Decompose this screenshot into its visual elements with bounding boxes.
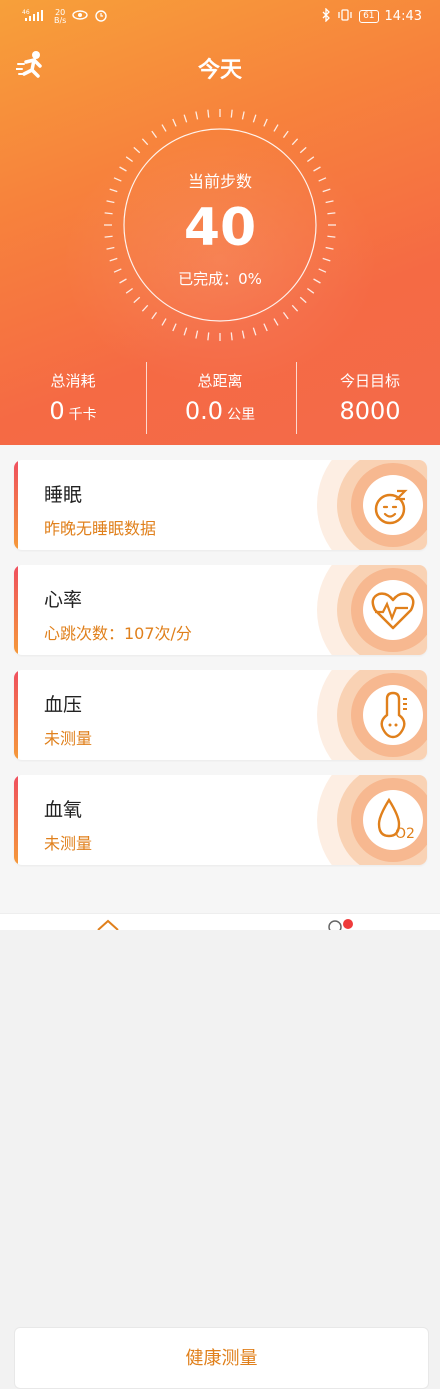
page-title: 今天 — [197, 58, 242, 83]
ring-tick — [306, 287, 315, 294]
card-subtitle: 昨晚无睡眠数据 — [44, 519, 157, 538]
calories-value: 0 — [49, 397, 65, 425]
ring-tick — [299, 146, 307, 154]
distance-label: 总距离 — [197, 372, 243, 390]
ring-tick — [125, 287, 134, 294]
eye-icon — [72, 9, 89, 24]
ring-tick — [273, 124, 279, 132]
ring-tick — [252, 327, 257, 336]
ring-tick — [141, 304, 149, 312]
ring-tick — [172, 118, 177, 127]
stat-goal: 今日目标 8000 — [297, 362, 440, 425]
ring-tick — [141, 138, 149, 146]
steps-value: 40 — [183, 198, 257, 258]
svg-text:O2: O2 — [395, 826, 415, 842]
card-subtitle: 心跳次数：107次/分 — [44, 624, 192, 643]
home-icon[interactable] — [96, 918, 120, 930]
health-cards: 睡眠 昨晚无睡眠数据 心率 心跳次数：107次/分 血压 未测量 血氧 未测量 … — [0, 445, 440, 1389]
ring-tick — [263, 323, 268, 332]
status-bar: 46 20 B/s 61 14:43 — [0, 0, 440, 34]
card-accent-bar — [14, 670, 18, 760]
heart-rate-icon — [317, 565, 427, 655]
ring-tick — [230, 332, 233, 341]
card-heart-rate[interactable]: 心率 心跳次数：107次/分 — [14, 565, 427, 655]
card-title: 心率 — [44, 589, 83, 611]
steps-completion: 已完成：0% — [178, 270, 262, 288]
goal-value: 8000 — [339, 397, 401, 425]
ring-tick — [109, 257, 118, 262]
card-subtitle: 未测量 — [44, 834, 93, 853]
ring-tick — [125, 156, 134, 163]
ring-tick — [151, 130, 158, 139]
ring-tick — [252, 114, 257, 123]
ring-tick — [151, 311, 158, 320]
vibrate-icon — [337, 8, 353, 25]
ring-tick — [263, 118, 268, 127]
alarm-icon — [94, 8, 108, 25]
ring-tick — [161, 124, 167, 132]
card-sleep[interactable]: 睡眠 昨晚无睡眠数据 — [14, 460, 427, 550]
bluetooth-icon — [321, 7, 331, 25]
ring-tick — [291, 304, 299, 312]
health-measure-label: 健康测量 — [185, 1348, 258, 1369]
calories-unit: 千卡 — [68, 407, 97, 423]
ring-tick — [207, 332, 210, 341]
hero-panel: 46 20 B/s 61 14:43 今天 当前步数 40 已完成：0% 总消耗… — [0, 0, 440, 445]
thermometer-face-icon — [317, 670, 427, 760]
ring-tick — [241, 111, 245, 120]
card-accent-bar — [14, 775, 18, 865]
ring-tick — [172, 323, 177, 332]
card-blood-oxygen[interactable]: 血氧 未测量 O2 — [14, 775, 427, 865]
distance-value: 0.0 — [184, 397, 224, 425]
health-measure-button[interactable]: 健康测量 — [14, 1327, 429, 1389]
battery-indicator: 61 — [359, 10, 379, 23]
ring-tick — [282, 130, 289, 139]
ring-tick — [299, 296, 307, 304]
card-blood-pressure[interactable]: 血压 未测量 — [14, 670, 427, 760]
ring-tick — [291, 138, 299, 146]
ring-tick — [230, 109, 233, 118]
svg-text:46: 46 — [22, 9, 30, 16]
ring-tick — [241, 330, 245, 339]
ring-tick — [273, 318, 279, 326]
card-title: 睡眠 — [44, 484, 83, 506]
ring-tick — [183, 114, 188, 123]
ring-tick — [195, 330, 199, 339]
network-speed: 20 B/s — [54, 7, 67, 25]
card-subtitle: 未测量 — [44, 729, 93, 748]
clock-time: 14:43 — [384, 9, 422, 24]
signal-icon: 46 — [22, 8, 48, 25]
card-accent-bar — [14, 565, 18, 655]
stat-distance: 总距离 0.0 公里 — [147, 362, 293, 425]
steps-label: 当前步数 — [187, 172, 252, 191]
ring-tick — [282, 311, 289, 320]
calories-label: 总消耗 — [50, 372, 96, 390]
card-title: 血氧 — [44, 799, 83, 821]
ring-tick — [322, 257, 331, 262]
ring-tick — [133, 296, 141, 304]
stats-row: 总消耗 0 千卡 总距离 0.0 公里 今日目标 8000 — [0, 362, 440, 434]
ring-tick — [306, 156, 315, 163]
card-title: 血压 — [44, 694, 83, 716]
ring-tick — [133, 146, 141, 154]
goal-label: 今日目标 — [339, 372, 400, 390]
profile-icon[interactable] — [325, 918, 357, 930]
ring-tick — [183, 327, 188, 336]
card-accent-bar — [14, 460, 18, 550]
ring-tick — [207, 109, 210, 118]
oxygen-drop-icon: O2 — [317, 775, 427, 865]
stat-calories: 总消耗 0 千卡 — [0, 362, 146, 425]
bottom-tab-bar — [0, 913, 440, 930]
ring-tick — [195, 111, 199, 120]
ring-tick — [161, 318, 167, 326]
sleep-face-icon — [317, 460, 427, 550]
distance-unit: 公里 — [227, 407, 256, 423]
